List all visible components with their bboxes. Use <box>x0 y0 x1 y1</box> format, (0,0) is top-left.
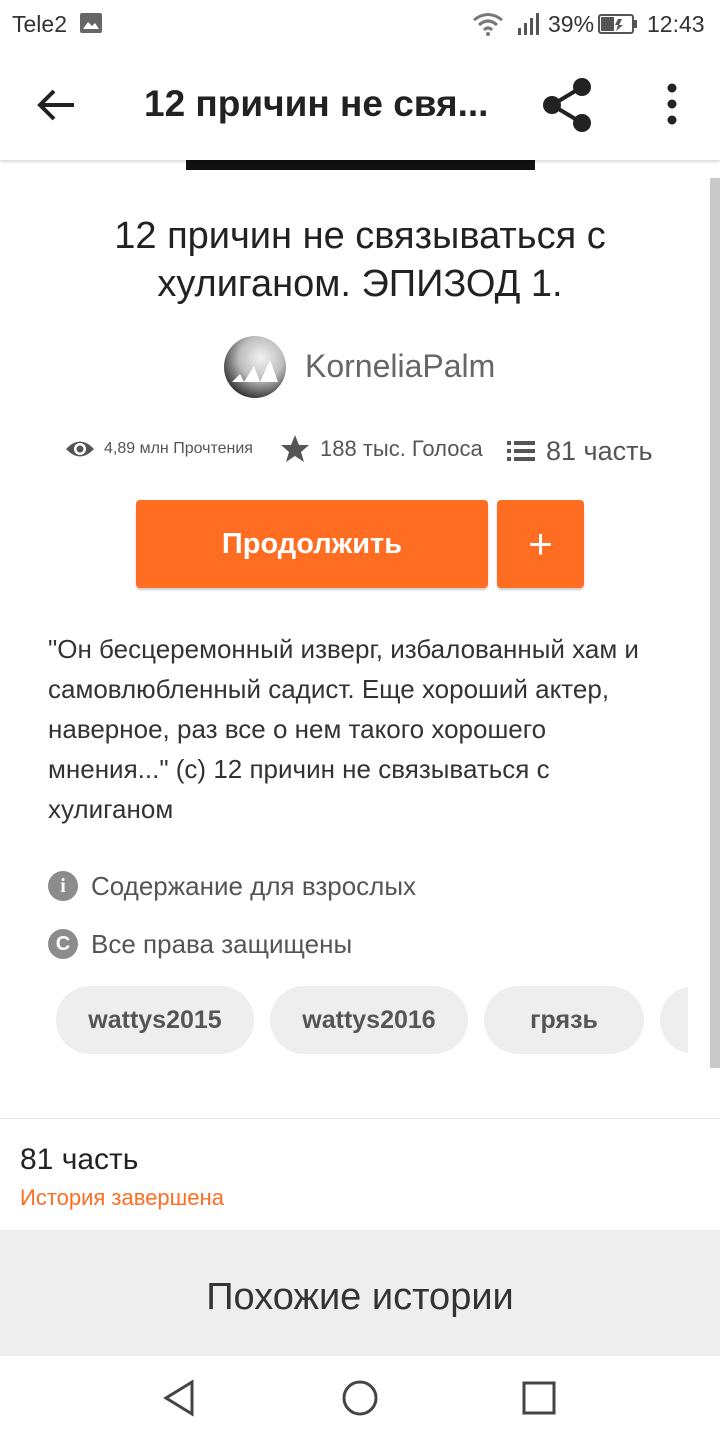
table-of-contents-count[interactable]: 81 часть <box>20 1143 138 1177</box>
tag-chip[interactable]: wattys2015 <box>56 986 254 1054</box>
tag-chip[interactable]: грязь <box>484 986 644 1054</box>
divider <box>0 1118 720 1119</box>
continue-reading-button[interactable]: Продолжить <box>136 500 488 588</box>
story-stats: 4,89 млн Прочтения 188 тыс. Голоса 81 ча… <box>0 430 720 474</box>
signal-icon <box>518 13 539 35</box>
mature-content-row: i Содержание для взрослых <box>48 868 688 904</box>
mature-content-label: Содержание для взрослых <box>91 870 417 901</box>
tag-list[interactable]: wattys2015 wattys2016 грязь <box>56 986 688 1054</box>
copyright-row: C Все права защищены <box>48 926 688 962</box>
list-icon <box>507 441 535 461</box>
system-nav-bar <box>0 1356 720 1440</box>
eye-icon <box>66 441 94 457</box>
author-row[interactable]: KorneliaPalm <box>0 334 720 398</box>
tag-chip[interactable]: wattys2016 <box>270 986 468 1054</box>
votes-count: 188 тыс. Голоса <box>320 436 483 461</box>
nav-back-icon[interactable] <box>160 1378 200 1418</box>
add-to-library-button[interactable]: + <box>497 500 584 588</box>
more-vert-icon[interactable] <box>655 80 689 130</box>
share-icon[interactable] <box>540 76 596 134</box>
image-notification-icon <box>80 13 102 33</box>
story-title: 12 причин не связываться с хулиганом. ЭП… <box>114 215 606 305</box>
copyright-label: Все права защищены <box>91 928 353 959</box>
story-description: "Он бесцеремонный изверг, избалованный х… <box>48 634 639 824</box>
reads-count: 4,89 млн Прочтения <box>104 440 253 457</box>
author-name[interactable]: KorneliaPalm <box>305 348 495 385</box>
app-bar: 12 причин не свя... <box>0 50 720 160</box>
tag-chip-partial[interactable] <box>660 986 688 1054</box>
status-bar: Tele2 39% 12:43 <box>0 0 720 50</box>
scrollbar[interactable] <box>710 178 720 1068</box>
similar-stories-heading: Похожие истории <box>206 1276 514 1318</box>
parts-count: 81 часть <box>546 436 653 466</box>
app-bar-title: 12 причин не свя... <box>144 83 489 124</box>
battery-percent: 39% <box>548 11 595 37</box>
back-button[interactable] <box>30 82 82 128</box>
wifi-icon <box>473 13 503 36</box>
back-arrow-icon <box>37 89 74 121</box>
copyright-icon: C <box>48 929 78 959</box>
clock: 12:43 <box>647 11 705 37</box>
cover-image-edge <box>186 160 535 170</box>
story-status: История завершена <box>20 1185 224 1210</box>
carrier-label: Tele2 <box>12 11 67 37</box>
nav-home-icon[interactable] <box>340 1378 380 1418</box>
avatar[interactable] <box>224 336 286 398</box>
nav-recents-icon[interactable] <box>521 1380 557 1416</box>
info-icon: i <box>48 871 78 901</box>
star-icon <box>281 435 309 462</box>
battery-icon <box>598 14 637 34</box>
avatar-logo-icon <box>232 360 278 382</box>
